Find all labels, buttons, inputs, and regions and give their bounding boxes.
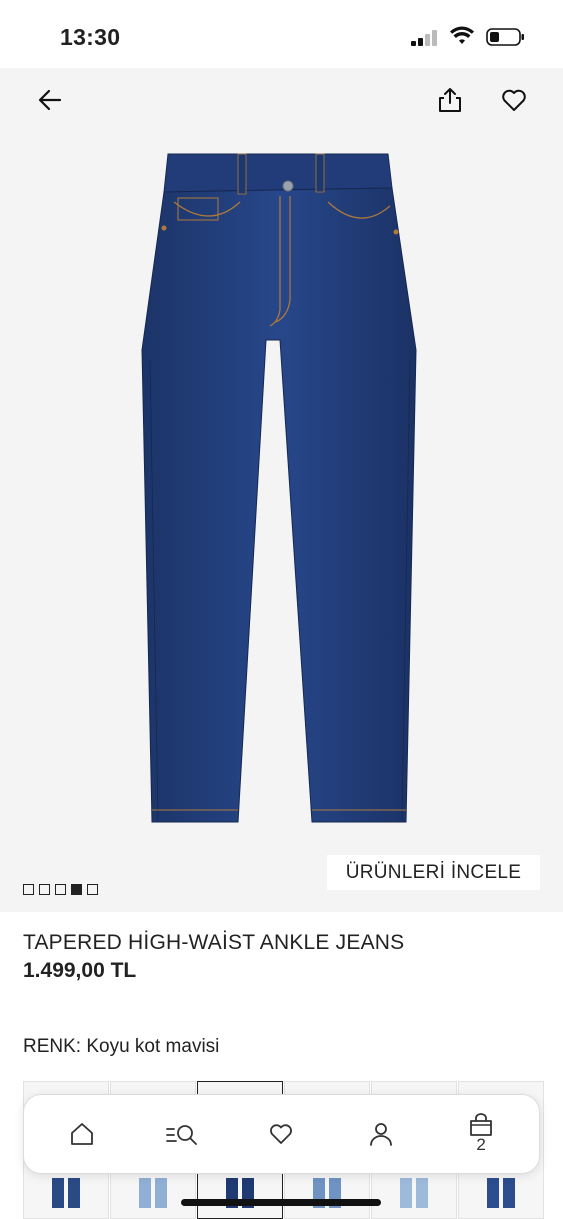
pagination-dot[interactable] [87, 884, 98, 895]
nav-favorites[interactable] [251, 1104, 311, 1164]
nav-bag[interactable]: 2 [451, 1104, 511, 1164]
color-label: RENK: Koyu kot mavisi [23, 1036, 220, 1057]
heart-icon [502, 89, 526, 111]
nav-search[interactable] [152, 1104, 212, 1164]
pagination-dot[interactable] [55, 884, 66, 895]
status-bar: 13:30 [0, 0, 563, 68]
nav-home[interactable] [52, 1104, 112, 1164]
signal-icon [411, 30, 437, 46]
profile-icon [370, 1123, 393, 1146]
search-icon [165, 1125, 197, 1145]
wifi-icon [450, 26, 474, 44]
product-image-gallery[interactable]: ÜRÜNLERİ İNCELE [0, 68, 563, 912]
product-photo-jeans [141, 153, 417, 823]
battery-icon [486, 28, 524, 46]
back-button[interactable] [30, 80, 70, 120]
pagination-dot[interactable] [39, 884, 50, 895]
share-icon [439, 88, 461, 112]
home-icon [70, 1123, 93, 1145]
product-name: TAPERED HİGH-WAİST ANKLE JEANS [23, 931, 405, 954]
pagination-dot[interactable] [23, 884, 34, 895]
image-pagination [23, 884, 98, 895]
heart-icon [270, 1124, 293, 1144]
bag-icon [470, 1113, 492, 1136]
product-price: 1.499,00 TL [23, 959, 137, 982]
status-time: 13:30 [60, 24, 121, 50]
pagination-dot-active[interactable] [71, 884, 82, 895]
bag-count-badge: 2 [476, 1135, 486, 1154]
inspect-products-button[interactable]: ÜRÜNLERİ İNCELE [327, 855, 540, 890]
arrow-left-icon [38, 89, 62, 111]
share-button[interactable] [430, 80, 470, 120]
favorite-button[interactable] [494, 80, 534, 120]
home-indicator [181, 1199, 381, 1206]
bottom-navigation: 2 [23, 1094, 540, 1174]
nav-profile[interactable] [351, 1104, 411, 1164]
